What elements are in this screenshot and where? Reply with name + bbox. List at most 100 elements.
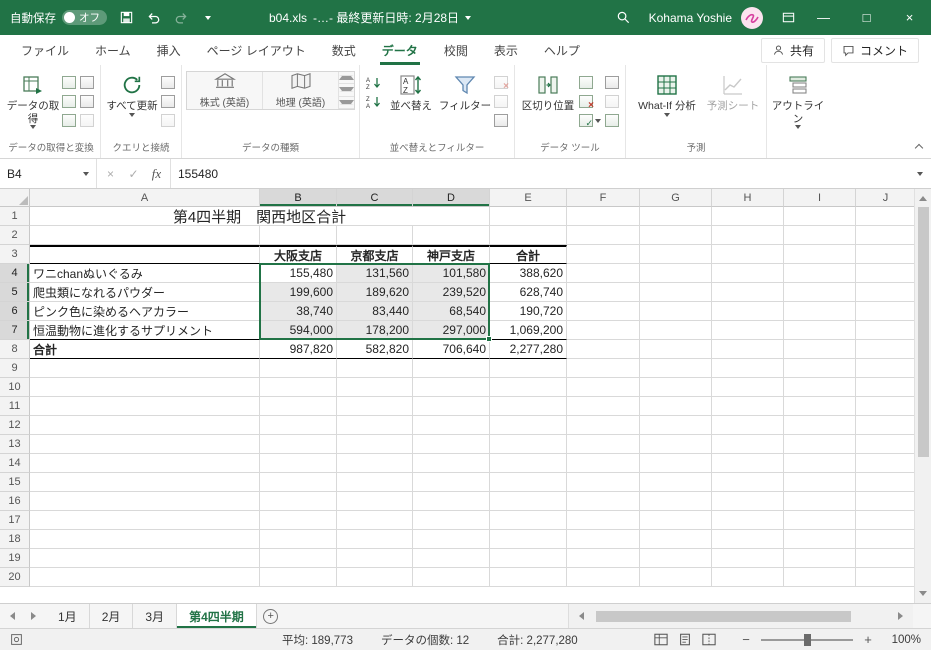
cell-D12[interactable] xyxy=(413,416,490,435)
cell-B13[interactable] xyxy=(260,435,337,454)
column-header-A[interactable]: A xyxy=(30,189,260,207)
ribbon-display-options-button[interactable] xyxy=(775,4,802,31)
row-header-5[interactable]: 5 xyxy=(0,283,30,302)
row-header-15[interactable]: 15 xyxy=(0,473,30,492)
cell-E1[interactable] xyxy=(490,207,567,226)
save-button[interactable] xyxy=(113,4,140,31)
cell-B18[interactable] xyxy=(260,530,337,549)
cell-H20[interactable] xyxy=(712,568,784,587)
cell-G19[interactable] xyxy=(640,549,712,568)
column-header-B[interactable]: B xyxy=(260,189,337,207)
cell-D9[interactable] xyxy=(413,359,490,378)
cell-E14[interactable] xyxy=(490,454,567,473)
existing-connections-button[interactable] xyxy=(78,92,96,111)
cell-J10[interactable] xyxy=(856,378,914,397)
row-header-10[interactable]: 10 xyxy=(0,378,30,397)
tab-file[interactable]: ファイル xyxy=(8,35,82,65)
undo-button[interactable] xyxy=(140,4,167,31)
cell-J4[interactable] xyxy=(856,264,914,283)
cell-A10[interactable] xyxy=(30,378,260,397)
row-header-8[interactable]: 8 xyxy=(0,340,30,359)
cell-I5[interactable] xyxy=(784,283,856,302)
horizontal-scrollbar[interactable] xyxy=(568,604,913,628)
cell-E8[interactable]: 2,277,280 xyxy=(490,340,567,359)
cell-J12[interactable] xyxy=(856,416,914,435)
cell-I18[interactable] xyxy=(784,530,856,549)
name-box[interactable]: B4 xyxy=(0,159,97,188)
cell-E9[interactable] xyxy=(490,359,567,378)
cell-F17[interactable] xyxy=(567,511,640,530)
gallery-more-button[interactable] xyxy=(339,97,354,109)
cell-E15[interactable] xyxy=(490,473,567,492)
cell-I7[interactable] xyxy=(784,321,856,340)
consolidate-button[interactable] xyxy=(603,73,621,92)
sort-button[interactable]: AZ 並べ替え xyxy=(384,67,438,113)
what-if-analysis-button[interactable]: What-If 分析 xyxy=(630,67,704,117)
cell-H14[interactable] xyxy=(712,454,784,473)
from-picture-button[interactable] xyxy=(78,111,96,130)
cell-I19[interactable] xyxy=(784,549,856,568)
scroll-down-button[interactable] xyxy=(915,586,931,603)
cell-E6[interactable]: 190,720 xyxy=(490,302,567,321)
cell-D6[interactable]: 68,540 xyxy=(413,302,490,321)
cell-E16[interactable] xyxy=(490,492,567,511)
scroll-up-button[interactable] xyxy=(915,189,931,206)
from-text-csv-button[interactable] xyxy=(60,73,78,92)
cell-H15[interactable] xyxy=(712,473,784,492)
hscroll-right-button[interactable] xyxy=(890,612,913,620)
row-header-13[interactable]: 13 xyxy=(0,435,30,454)
cell-E7[interactable]: 1,069,200 xyxy=(490,321,567,340)
cell-H7[interactable] xyxy=(712,321,784,340)
cell-C19[interactable] xyxy=(337,549,413,568)
filter-button[interactable]: フィルター xyxy=(438,67,492,113)
cell-E11[interactable] xyxy=(490,397,567,416)
cell-D4[interactable]: 101,580 xyxy=(413,264,490,283)
comments-button[interactable]: コメント xyxy=(830,37,919,63)
cell-G13[interactable] xyxy=(640,435,712,454)
cell-D14[interactable] xyxy=(413,454,490,473)
cell-H12[interactable] xyxy=(712,416,784,435)
cell-D3[interactable]: 神戸支店 xyxy=(413,245,490,264)
vertical-scroll-thumb[interactable] xyxy=(917,207,929,457)
cell-G18[interactable] xyxy=(640,530,712,549)
cell-H3[interactable] xyxy=(712,245,784,264)
sort-ascending-button[interactable]: AZ xyxy=(364,73,384,92)
cell-F19[interactable] xyxy=(567,549,640,568)
formula-input[interactable]: 155480 xyxy=(171,159,909,188)
cell-I6[interactable] xyxy=(784,302,856,321)
cell-C18[interactable] xyxy=(337,530,413,549)
cell-B12[interactable] xyxy=(260,416,337,435)
cell-F9[interactable] xyxy=(567,359,640,378)
sheet-nav-left-button[interactable] xyxy=(0,604,23,628)
cell-H9[interactable] xyxy=(712,359,784,378)
cell-E17[interactable] xyxy=(490,511,567,530)
cell-I15[interactable] xyxy=(784,473,856,492)
cell-C14[interactable] xyxy=(337,454,413,473)
tab-page-layout[interactable]: ページ レイアウト xyxy=(194,35,319,65)
cell-G3[interactable] xyxy=(640,245,712,264)
tab-data[interactable]: データ xyxy=(369,35,431,65)
cell-F15[interactable] xyxy=(567,473,640,492)
cell-F5[interactable] xyxy=(567,283,640,302)
cell-A2[interactable] xyxy=(30,226,260,245)
cell-E3[interactable]: 合計 xyxy=(490,245,567,264)
row-header-3[interactable]: 3 xyxy=(0,245,30,264)
zoom-level[interactable]: 100% xyxy=(883,634,921,646)
document-title[interactable]: b04.xls -…- 最終更新日時: 2月28日 xyxy=(269,9,472,26)
cell-J7[interactable] xyxy=(856,321,914,340)
cell-B10[interactable] xyxy=(260,378,337,397)
column-header-J[interactable]: J xyxy=(856,189,914,207)
cell-A20[interactable] xyxy=(30,568,260,587)
tab-view[interactable]: 表示 xyxy=(481,35,531,65)
gallery-up-button[interactable] xyxy=(339,72,354,85)
cell-B7[interactable]: 594,000 xyxy=(260,321,337,340)
cell-A18[interactable] xyxy=(30,530,260,549)
vertical-scrollbar[interactable] xyxy=(914,189,931,603)
cell-D11[interactable] xyxy=(413,397,490,416)
cell-B16[interactable] xyxy=(260,492,337,511)
cell-G7[interactable] xyxy=(640,321,712,340)
cell-C5[interactable]: 189,620 xyxy=(337,283,413,302)
cell-H6[interactable] xyxy=(712,302,784,321)
quick-access-customize-button[interactable] xyxy=(194,4,221,31)
cell-C16[interactable] xyxy=(337,492,413,511)
